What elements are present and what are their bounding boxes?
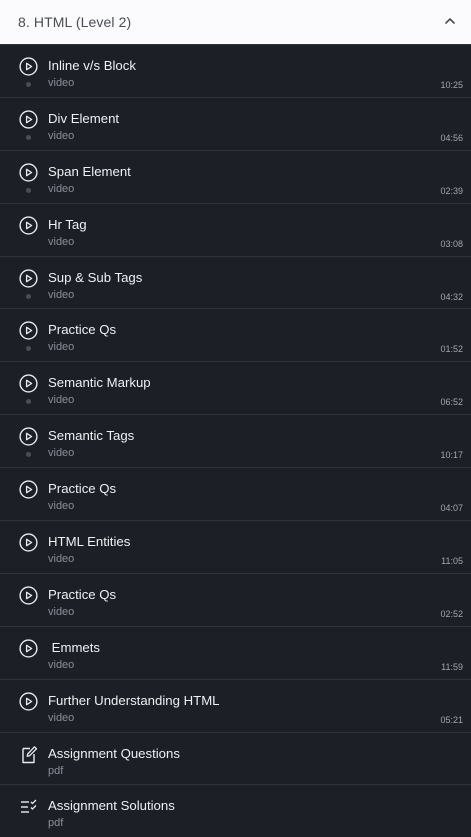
lesson-title: Semantic Tags [48,428,135,444]
lesson-type: video [48,288,75,301]
lesson-item[interactable]: Assignment Questions pdf [0,733,471,786]
progress-dot [25,187,31,193]
lesson-type: video [48,341,75,354]
lesson-duration: 01:52 [440,344,463,355]
lesson-title: Further Understanding HTML [48,692,220,708]
lesson-title: Div Element [48,110,120,126]
lesson-title: Semantic Markup [48,375,151,391]
progress-dot [25,134,31,140]
play-circle-icon [19,586,38,605]
lesson-type: video [48,711,75,724]
lesson-duration: 04:07 [440,503,463,514]
lesson-item[interactable]: Practice Qs video 04:07 [0,468,471,522]
lesson-type: video [48,447,75,460]
lesson-duration: 11:59 [441,661,463,672]
lesson-type: video [48,182,75,195]
lesson-title: Practice Qs [48,322,117,338]
play-circle-icon [19,374,38,393]
lesson-duration: 05:21 [440,714,463,725]
lesson-title: Inline v/s Block [48,58,136,73]
lesson-item[interactable]: Hr Tag video 03:08 [0,204,471,257]
lesson-duration: 10:17 [440,450,463,461]
lesson-type: pdf [48,764,64,777]
lesson-item[interactable]: Assignment Solutions pdf [0,785,471,837]
lesson-item[interactable]: Sup & Sub Tags video 04:32 [0,257,471,310]
progress-dot [25,293,31,299]
lesson-item[interactable]: Semantic Tags video 10:17 [0,415,471,469]
edit-document-icon [19,745,38,764]
lesson-item[interactable]: HTML Entities video 11:05 [0,521,471,574]
lesson-item[interactable]: Inline v/s Block video 10:25 [0,45,471,98]
checklist-icon [19,797,38,816]
lesson-list: Inline v/s Block video 10:25 Div Element vid… [0,45,471,837]
lesson-item[interactable]: Practice Qs video 02:52 [0,574,471,627]
lesson-type: video [48,553,75,566]
play-circle-icon [19,692,38,711]
lesson-type: video [48,129,75,142]
lesson-title: Span Element [48,163,131,179]
play-circle-icon [19,321,38,341]
play-circle-icon [19,480,38,499]
lesson-type: video [48,658,75,671]
lesson-item[interactable]: Semantic Markup video 06:52 [0,362,471,416]
play-circle-icon [19,163,38,182]
lesson-type: pdf [48,817,64,830]
chevron-up-icon[interactable] [443,14,457,28]
lesson-title: Emmets [48,639,101,655]
play-circle-icon [19,110,38,129]
progress-dot [25,346,31,352]
section-header[interactable]: 8. HTML (Level 2) [0,0,471,45]
lesson-item[interactable]: Span Element video 02:39 [0,151,471,204]
lesson-title: Sup & Sub Tags [48,269,143,285]
lesson-duration: 04:32 [440,291,463,302]
lesson-duration: 02:39 [440,185,463,196]
play-circle-icon [19,216,38,235]
lesson-duration: 10:25 [440,80,463,90]
lesson-type: video [48,500,75,513]
lesson-type: video [48,605,75,618]
lesson-item[interactable]: Further Understanding HTML video 05:21 [0,680,471,733]
lesson-duration: 04:56 [440,132,463,143]
lesson-title: Hr Tag [48,216,87,232]
play-circle-icon [19,533,38,552]
play-circle-icon [19,268,38,288]
lesson-type: video [48,235,75,248]
lesson-title: HTML Entities [48,534,131,550]
lesson-type: video [48,77,75,89]
lesson-type: video [48,394,75,407]
play-circle-icon [19,427,38,446]
progress-dot [25,399,31,405]
progress-dot [25,452,31,458]
lesson-duration: 03:08 [440,238,463,249]
lesson-duration: 02:52 [440,608,463,619]
progress-dot [25,82,31,87]
play-circle-icon [19,639,38,658]
lesson-item[interactable]: Div Element video 04:56 [0,98,471,151]
lesson-title: Practice Qs [48,481,117,497]
lesson-title: Assignment Solutions [48,798,175,814]
lesson-duration: 11:05 [441,556,463,567]
lesson-duration: 06:52 [440,397,463,408]
lesson-title: Assignment Questions [48,745,180,761]
play-circle-icon [19,57,38,76]
lesson-item[interactable]: Practice Qs video 01:52 [0,309,471,363]
lesson-title: Practice Qs [48,586,117,602]
section-title: 8. HTML (Level 2) [18,14,132,30]
lesson-item[interactable]: Emmets video 11:59 [0,627,471,680]
